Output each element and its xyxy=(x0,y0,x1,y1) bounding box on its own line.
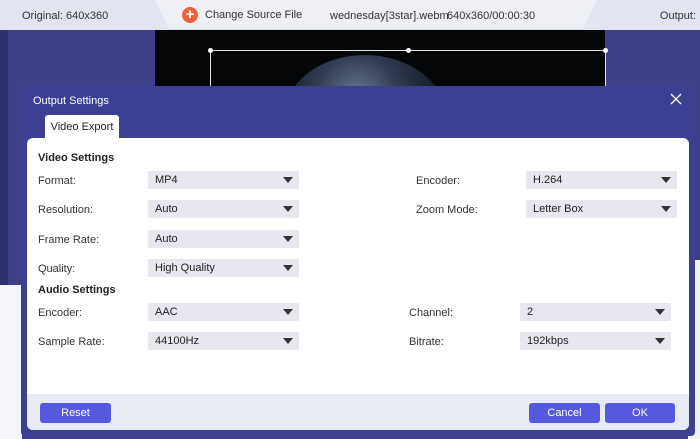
crop-handle-top-left[interactable] xyxy=(208,48,213,53)
frame-rate-label: Frame Rate: xyxy=(38,234,100,246)
channel-select[interactable]: 2 xyxy=(520,303,671,321)
original-tab[interactable]: Original: 640x360 xyxy=(0,0,170,30)
audio-encoder-select[interactable]: AAC xyxy=(148,303,299,321)
original-label: Original: 640x360 xyxy=(22,10,109,22)
format-select[interactable]: MP4 xyxy=(148,171,299,189)
chevron-down-icon xyxy=(283,236,293,242)
output-tab[interactable]: Output: xyxy=(582,0,700,30)
sample-rate-label: Sample Rate: xyxy=(38,336,105,348)
chevron-down-icon xyxy=(283,177,293,183)
chevron-down-icon xyxy=(661,206,671,212)
quality-label: Quality: xyxy=(38,263,76,275)
quality-select[interactable]: High Quality xyxy=(148,259,299,277)
format-value: MP4 xyxy=(155,174,178,186)
sample-rate-select[interactable]: 44100Hz xyxy=(148,332,299,350)
video-settings-heading: Video Settings xyxy=(38,152,115,164)
zoom-mode-value: Letter Box xyxy=(533,203,584,215)
channel-value: 2 xyxy=(527,306,534,318)
resolution-label: Resolution: xyxy=(38,204,94,216)
reset-button[interactable]: Reset xyxy=(40,403,111,423)
file-name: wednesday[3star].webm xyxy=(330,10,449,22)
change-source-button[interactable]: + Change Source File xyxy=(182,7,302,23)
bitrate-select[interactable]: 192kbps xyxy=(520,332,671,350)
chevron-down-icon xyxy=(655,309,665,315)
chevron-down-icon xyxy=(655,338,665,344)
dialog-title: Output Settings xyxy=(33,95,109,107)
zoom-mode-label: Zoom Mode: xyxy=(416,204,478,216)
chevron-down-icon xyxy=(283,265,293,271)
sample-rate-value: 44100Hz xyxy=(155,335,200,347)
plus-icon: + xyxy=(182,7,198,23)
audio-encoder-value: AAC xyxy=(155,306,178,318)
chevron-down-icon xyxy=(283,309,293,315)
channel-label: Channel: xyxy=(409,307,454,319)
frame-rate-value: Auto xyxy=(155,233,178,245)
crop-handle-top-right[interactable] xyxy=(603,48,608,53)
chevron-down-icon xyxy=(283,338,293,344)
bitrate-label: Bitrate: xyxy=(409,336,444,348)
change-source-label: Change Source File xyxy=(205,9,303,21)
audio-settings-heading: Audio Settings xyxy=(38,284,116,296)
file-info: 640x360/00:00:30 xyxy=(447,10,536,22)
top-bar: Original: 640x360 + Change Source File w… xyxy=(0,0,700,30)
left-panel xyxy=(0,285,22,439)
quality-value: High Quality xyxy=(155,262,215,274)
video-encoder-select[interactable]: H.264 xyxy=(526,171,677,189)
ok-button[interactable]: OK xyxy=(605,403,675,423)
format-label: Format: xyxy=(38,175,76,187)
output-settings-dialog: Output Settings Video Export Video Setti… xyxy=(21,86,695,436)
video-encoder-label: Encoder: xyxy=(416,175,461,187)
dialog-footer: Reset Cancel OK xyxy=(27,394,689,430)
tab-video-export[interactable]: Video Export xyxy=(45,115,119,139)
resolution-value: Auto xyxy=(155,203,178,215)
settings-content: Video Settings Format: MP4 Encoder: H.26… xyxy=(27,138,689,396)
resolution-select[interactable]: Auto xyxy=(148,200,299,218)
video-encoder-value: H.264 xyxy=(533,174,563,186)
output-label: Output: xyxy=(659,10,696,22)
frame-rate-select[interactable]: Auto xyxy=(148,230,299,248)
bitrate-value: 192kbps xyxy=(527,335,569,347)
cancel-button[interactable]: Cancel xyxy=(529,403,600,423)
crop-handle-top-middle[interactable] xyxy=(406,48,411,53)
chevron-down-icon xyxy=(283,206,293,212)
audio-encoder-label: Encoder: xyxy=(38,307,83,319)
settings-panel: Video Settings Format: MP4 Encoder: H.26… xyxy=(27,138,689,430)
chevron-down-icon xyxy=(661,177,671,183)
close-icon[interactable] xyxy=(669,92,683,106)
zoom-mode-select[interactable]: Letter Box xyxy=(526,200,677,218)
